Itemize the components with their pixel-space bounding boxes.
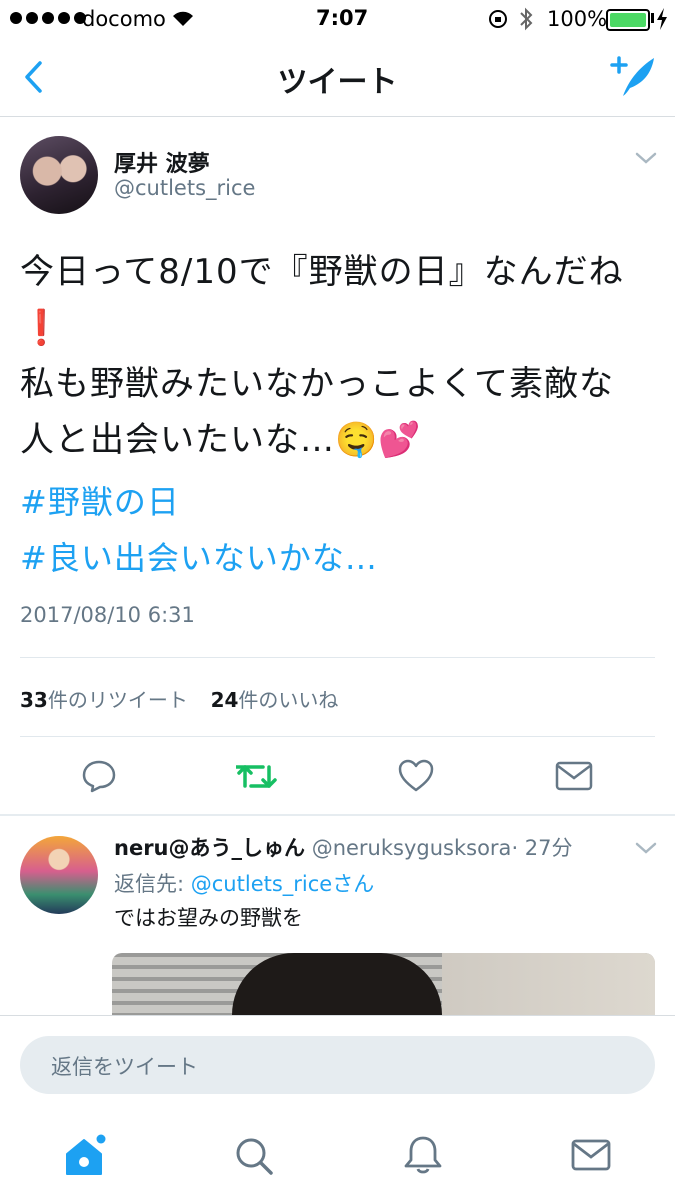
messages-tab-icon[interactable] bbox=[571, 1138, 611, 1174]
media-photo-subject bbox=[232, 953, 442, 1015]
bluetooth-icon bbox=[519, 7, 533, 31]
carrier-name: docomo bbox=[82, 7, 166, 31]
reply-composer-placeholder: 返信をツイート bbox=[51, 1055, 198, 1079]
like-stat[interactable]: 24件のいいね bbox=[211, 688, 339, 712]
wifi-icon bbox=[170, 8, 196, 28]
reply-header: neru@あう_しゅん @neruksygusksora· 27分 bbox=[114, 832, 573, 862]
reply-to-line: 返信先: @cutlets_riceさん bbox=[114, 868, 374, 898]
reply-username[interactable]: @neruksygusksora bbox=[312, 836, 512, 860]
tweet-text-emoji: ❗ bbox=[20, 308, 64, 348]
tweet-text-line1: 今日って8/10で『野獣の日』なんだね bbox=[20, 252, 624, 292]
media-photo-background bbox=[442, 953, 655, 1015]
reply-avatar[interactable] bbox=[20, 836, 98, 914]
like-heart-icon[interactable] bbox=[397, 758, 435, 794]
notifications-tab-icon[interactable] bbox=[403, 1134, 443, 1176]
search-tab-icon[interactable] bbox=[234, 1136, 274, 1176]
battery-percent: 100% bbox=[547, 7, 608, 31]
status-bar: docomo 7:07 100% bbox=[0, 0, 675, 40]
home-tab-icon[interactable] bbox=[64, 1134, 108, 1178]
page-title: ツイート bbox=[277, 65, 398, 100]
retweet-count: 33 bbox=[20, 688, 48, 712]
reply-text: ではお望みの野獣を bbox=[114, 906, 303, 930]
tweet-text-line3: 人と出会いたいな…🤤💕 bbox=[20, 420, 422, 460]
like-label: 件のいいね bbox=[238, 688, 339, 712]
battery-tip bbox=[651, 13, 654, 23]
divider bbox=[20, 736, 655, 737]
chevron-down-icon[interactable] bbox=[634, 150, 658, 166]
reply-to-user-link[interactable]: @cutlets_rice bbox=[191, 872, 332, 896]
avatar[interactable] bbox=[20, 136, 98, 214]
tweet-text-line2: 私も野獣みたいなかっこよくて素敵な bbox=[20, 364, 614, 404]
retweet-label: 件のリツイート bbox=[47, 688, 188, 712]
retweet-icon[interactable] bbox=[236, 760, 278, 792]
charging-icon bbox=[656, 8, 668, 30]
author-username[interactable]: @cutlets_rice bbox=[114, 176, 255, 200]
reply-to-prefix: 返信先: bbox=[114, 872, 191, 896]
author-display-name[interactable]: 厚井 波夢 bbox=[114, 146, 210, 178]
reply-icon[interactable] bbox=[80, 758, 118, 794]
signal-strength-icon bbox=[10, 12, 86, 24]
chevron-down-icon[interactable] bbox=[634, 840, 658, 856]
reply-composer-input[interactable]: 返信をツイート bbox=[20, 1036, 655, 1094]
like-count: 24 bbox=[210, 688, 239, 712]
reply-display-name[interactable]: neru@あう_しゅん bbox=[114, 836, 305, 860]
hashtag-link[interactable]: #良い出会いないかな… bbox=[20, 530, 378, 586]
hashtag-link[interactable]: #野獣の日 bbox=[20, 474, 180, 530]
reply-time: · 27分 bbox=[511, 836, 573, 860]
battery-icon bbox=[606, 9, 650, 31]
tweet-text: 今日って8/10で『野獣の日』なんだね ❗ 私も野獣みたいなかっこよくて素敵な … bbox=[20, 244, 660, 468]
retweet-stat[interactable]: 33件のリツイート bbox=[20, 688, 188, 712]
tweet-stats: 33件のリツイート 24件のいいね bbox=[20, 684, 338, 713]
compose-tweet-icon[interactable] bbox=[608, 54, 658, 100]
rotation-lock-icon bbox=[488, 9, 508, 29]
tweet-timestamp: 2017/08/10 6:31 bbox=[20, 603, 195, 627]
direct-message-icon[interactable] bbox=[555, 760, 593, 792]
nav-bar: ツイート bbox=[0, 40, 675, 117]
divider bbox=[0, 814, 675, 816]
reply-to-suffix: さん bbox=[332, 872, 375, 896]
divider bbox=[20, 657, 655, 658]
reply-media-image[interactable] bbox=[112, 953, 655, 1015]
clock: 7:07 bbox=[316, 6, 369, 30]
